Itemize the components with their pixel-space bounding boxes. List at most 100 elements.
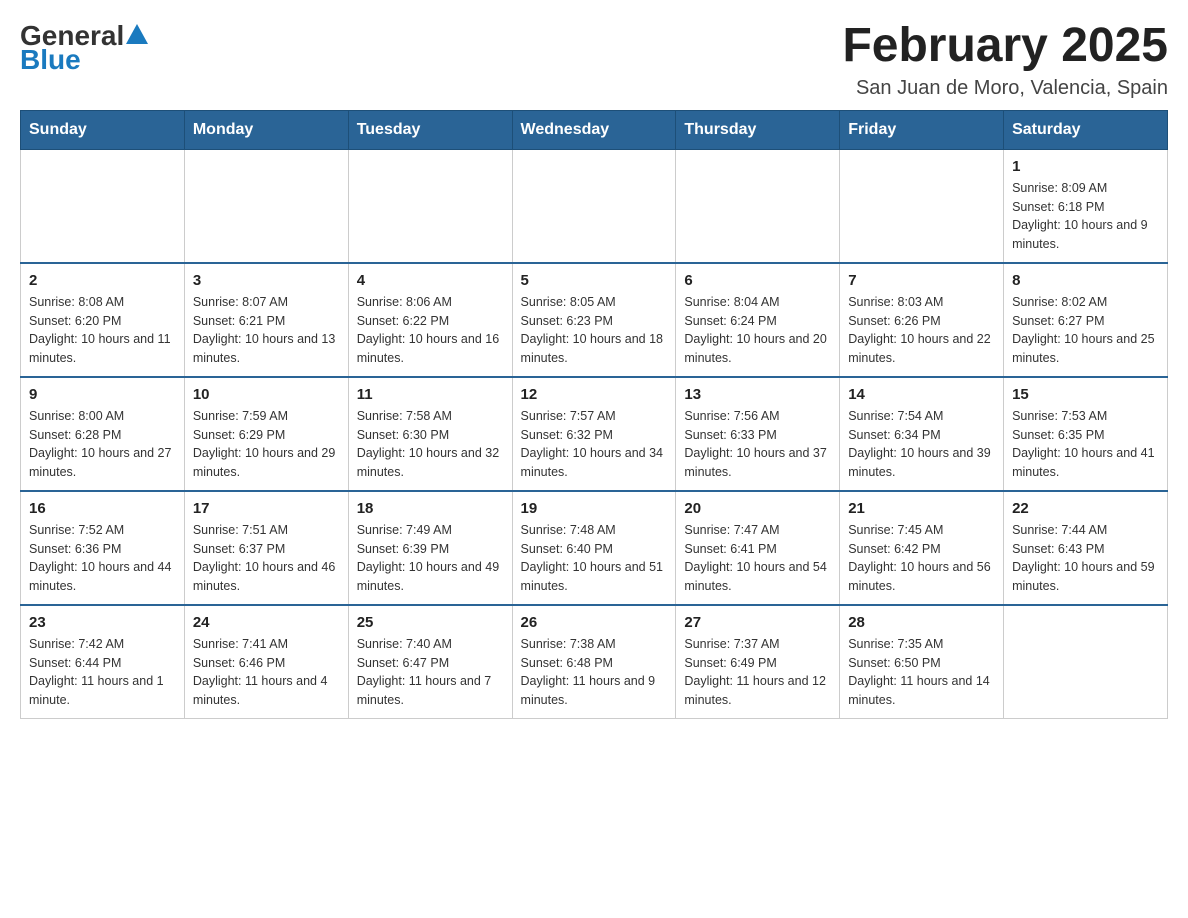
weekday-header-thursday: Thursday: [676, 110, 840, 149]
day-number: 1: [1012, 158, 1159, 175]
day-number: 9: [29, 386, 176, 403]
calendar-cell: 28 Sunrise: 7:35 AMSunset: 6:50 PMDayligh…: [840, 605, 1004, 719]
calendar-cell: 4 Sunrise: 8:06 AMSunset: 6:22 PMDaylight…: [348, 263, 512, 377]
calendar-cell: 18 Sunrise: 7:49 AMSunset: 6:39 PMDayligh…: [348, 491, 512, 605]
day-info: Sunrise: 7:48 AMSunset: 6:40 PMDaylight:…: [521, 521, 668, 596]
day-info: Sunrise: 8:08 AMSunset: 6:20 PMDaylight:…: [29, 293, 176, 368]
calendar-cell: 20 Sunrise: 7:47 AMSunset: 6:41 PMDayligh…: [676, 491, 840, 605]
calendar-cell: [184, 149, 348, 263]
day-info: Sunrise: 7:51 AMSunset: 6:37 PMDaylight:…: [193, 521, 340, 596]
calendar-cell: 16 Sunrise: 7:52 AMSunset: 6:36 PMDayligh…: [21, 491, 185, 605]
calendar-cell: 6Sunrise: 8:04 AMSunset: 6:24 PMDaylight…: [676, 263, 840, 377]
day-number: 26: [521, 614, 668, 631]
day-info: Sunrise: 7:56 AMSunset: 6:33 PMDaylight:…: [684, 407, 831, 482]
day-info: Sunrise: 7:52 AMSunset: 6:36 PMDaylight:…: [29, 521, 176, 596]
month-title: February 2025: [842, 20, 1168, 73]
day-info: Sunrise: 7:42 AMSunset: 6:44 PMDaylight:…: [29, 635, 176, 710]
calendar-cell: 7 Sunrise: 8:03 AMSunset: 6:26 PMDaylight…: [840, 263, 1004, 377]
day-info: Sunrise: 7:41 AMSunset: 6:46 PMDaylight:…: [193, 635, 340, 710]
calendar-cell: 23 Sunrise: 7:42 AMSunset: 6:44 PMDayligh…: [21, 605, 185, 719]
calendar-cell: 14 Sunrise: 7:54 AMSunset: 6:34 PMDayligh…: [840, 377, 1004, 491]
calendar-cell: 2 Sunrise: 8:08 AMSunset: 6:20 PMDaylight…: [21, 263, 185, 377]
day-info: Sunrise: 7:49 AMSunset: 6:39 PMDaylight:…: [357, 521, 504, 596]
day-number: 12: [521, 386, 668, 403]
calendar-cell: [1004, 605, 1168, 719]
calendar-cell: 5Sunrise: 8:05 AMSunset: 6:23 PMDaylight…: [512, 263, 676, 377]
day-info: Sunrise: 7:53 AMSunset: 6:35 PMDaylight:…: [1012, 407, 1159, 482]
day-number: 28: [848, 614, 995, 631]
calendar-cell: 26 Sunrise: 7:38 AMSunset: 6:48 PMDayligh…: [512, 605, 676, 719]
day-info: Sunrise: 7:40 AMSunset: 6:47 PMDaylight:…: [357, 635, 504, 710]
day-number: 2: [29, 272, 176, 289]
day-number: 23: [29, 614, 176, 631]
day-number: 7: [848, 272, 995, 289]
day-number: 4: [357, 272, 504, 289]
day-number: 6: [684, 272, 831, 289]
calendar-cell: [676, 149, 840, 263]
weekday-header-wednesday: Wednesday: [512, 110, 676, 149]
day-info: Sunrise: 7:58 AMSunset: 6:30 PMDaylight:…: [357, 407, 504, 482]
calendar-cell: 15 Sunrise: 7:53 AMSunset: 6:35 PMDayligh…: [1004, 377, 1168, 491]
day-number: 5: [521, 272, 668, 289]
calendar-cell: 22 Sunrise: 7:44 AMSunset: 6:43 PMDayligh…: [1004, 491, 1168, 605]
day-info: Sunrise: 7:37 AMSunset: 6:49 PMDaylight:…: [684, 635, 831, 710]
calendar-week-2: 2 Sunrise: 8:08 AMSunset: 6:20 PMDaylight…: [21, 263, 1168, 377]
calendar-cell: [512, 149, 676, 263]
calendar-cell: [840, 149, 1004, 263]
day-info: Sunrise: 7:45 AMSunset: 6:42 PMDaylight:…: [848, 521, 995, 596]
calendar-cell: 19 Sunrise: 7:48 AMSunset: 6:40 PMDayligh…: [512, 491, 676, 605]
day-number: 20: [684, 500, 831, 517]
day-number: 14: [848, 386, 995, 403]
weekday-header-friday: Friday: [840, 110, 1004, 149]
calendar-header-row: SundayMondayTuesdayWednesdayThursdayFrid…: [21, 110, 1168, 149]
day-info: Sunrise: 7:35 AMSunset: 6:50 PMDaylight:…: [848, 635, 995, 710]
day-info: Sunrise: 8:02 AMSunset: 6:27 PMDaylight:…: [1012, 293, 1159, 368]
location-title: San Juan de Moro, Valencia, Spain: [842, 77, 1168, 100]
weekday-header-sunday: Sunday: [21, 110, 185, 149]
calendar-week-5: 23 Sunrise: 7:42 AMSunset: 6:44 PMDayligh…: [21, 605, 1168, 719]
calendar-cell: 9 Sunrise: 8:00 AMSunset: 6:28 PMDaylight…: [21, 377, 185, 491]
day-info: Sunrise: 7:57 AMSunset: 6:32 PMDaylight:…: [521, 407, 668, 482]
calendar-week-4: 16 Sunrise: 7:52 AMSunset: 6:36 PMDayligh…: [21, 491, 1168, 605]
title-block: February 2025 San Juan de Moro, Valencia…: [842, 20, 1168, 100]
day-number: 10: [193, 386, 340, 403]
calendar-cell: 11Sunrise: 7:58 AMSunset: 6:30 PMDayligh…: [348, 377, 512, 491]
calendar-cell: 13 Sunrise: 7:56 AMSunset: 6:33 PMDayligh…: [676, 377, 840, 491]
day-number: 24: [193, 614, 340, 631]
day-number: 15: [1012, 386, 1159, 403]
calendar-cell: 27Sunrise: 7:37 AMSunset: 6:49 PMDayligh…: [676, 605, 840, 719]
day-info: Sunrise: 7:44 AMSunset: 6:43 PMDaylight:…: [1012, 521, 1159, 596]
day-info: Sunrise: 8:09 AMSunset: 6:18 PMDaylight:…: [1012, 179, 1159, 254]
day-info: Sunrise: 7:47 AMSunset: 6:41 PMDaylight:…: [684, 521, 831, 596]
calendar-cell: [348, 149, 512, 263]
day-info: Sunrise: 8:07 AMSunset: 6:21 PMDaylight:…: [193, 293, 340, 368]
calendar-cell: 1 Sunrise: 8:09 AMSunset: 6:18 PMDaylight…: [1004, 149, 1168, 263]
calendar-cell: 25 Sunrise: 7:40 AMSunset: 6:47 PMDayligh…: [348, 605, 512, 719]
day-number: 3: [193, 272, 340, 289]
calendar-cell: 12 Sunrise: 7:57 AMSunset: 6:32 PMDayligh…: [512, 377, 676, 491]
day-info: Sunrise: 8:00 AMSunset: 6:28 PMDaylight:…: [29, 407, 176, 482]
day-info: Sunrise: 7:59 AMSunset: 6:29 PMDaylight:…: [193, 407, 340, 482]
day-info: Sunrise: 8:03 AMSunset: 6:26 PMDaylight:…: [848, 293, 995, 368]
day-info: Sunrise: 7:38 AMSunset: 6:48 PMDaylight:…: [521, 635, 668, 710]
weekday-header-tuesday: Tuesday: [348, 110, 512, 149]
weekday-header-monday: Monday: [184, 110, 348, 149]
calendar-cell: 10 Sunrise: 7:59 AMSunset: 6:29 PMDayligh…: [184, 377, 348, 491]
calendar-cell: 3 Sunrise: 8:07 AMSunset: 6:21 PMDaylight…: [184, 263, 348, 377]
day-number: 18: [357, 500, 504, 517]
day-info: Sunrise: 7:54 AMSunset: 6:34 PMDaylight:…: [848, 407, 995, 482]
day-number: 22: [1012, 500, 1159, 517]
day-info: Sunrise: 8:06 AMSunset: 6:22 PMDaylight:…: [357, 293, 504, 368]
logo: General Blue: [20, 20, 148, 76]
calendar-body: 1 Sunrise: 8:09 AMSunset: 6:18 PMDaylight…: [21, 149, 1168, 718]
calendar-cell: 8Sunrise: 8:02 AMSunset: 6:27 PMDaylight…: [1004, 263, 1168, 377]
page-header: General Blue February 2025 San Juan de M…: [20, 20, 1168, 100]
calendar-cell: 24 Sunrise: 7:41 AMSunset: 6:46 PMDayligh…: [184, 605, 348, 719]
day-number: 13: [684, 386, 831, 403]
weekday-header-saturday: Saturday: [1004, 110, 1168, 149]
day-number: 16: [29, 500, 176, 517]
day-number: 19: [521, 500, 668, 517]
calendar-week-3: 9 Sunrise: 8:00 AMSunset: 6:28 PMDaylight…: [21, 377, 1168, 491]
calendar-week-1: 1 Sunrise: 8:09 AMSunset: 6:18 PMDaylight…: [21, 149, 1168, 263]
day-number: 25: [357, 614, 504, 631]
